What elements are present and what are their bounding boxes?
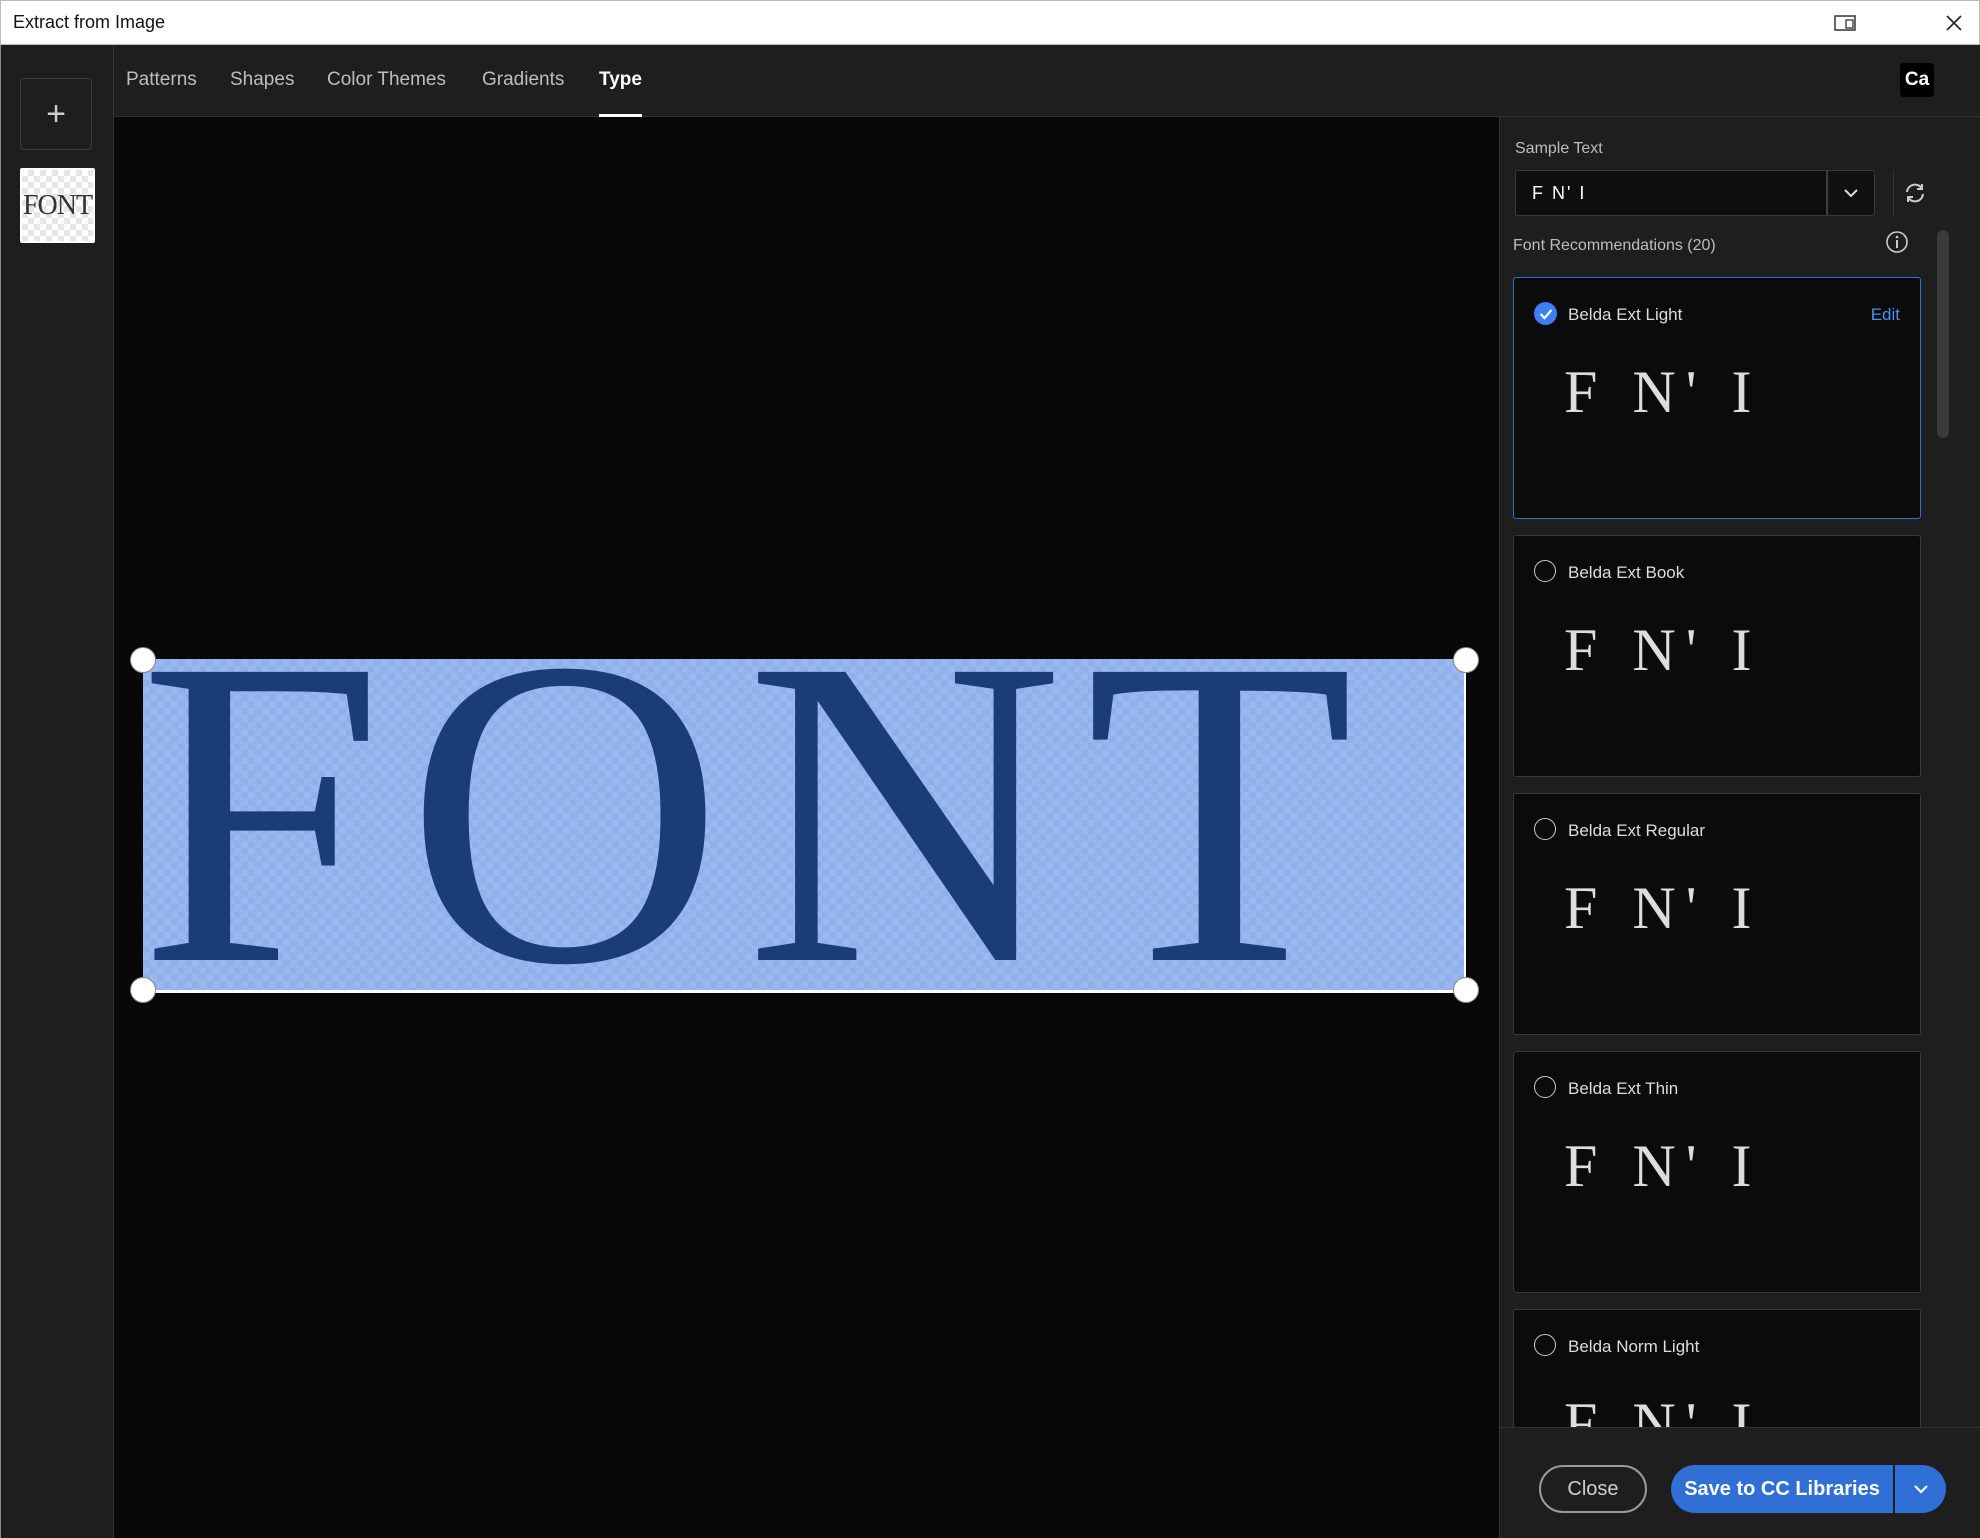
image-canvas[interactable]: FONT bbox=[114, 117, 1499, 1538]
title-bar: Extract from Image bbox=[0, 0, 1980, 45]
image-thumbnail[interactable]: FONT bbox=[20, 168, 95, 243]
font-recommendations-list: Belda Ext Light Edit F N' I Belda Ext Bo… bbox=[1513, 277, 1923, 1443]
type-panel: Sample Text F N' I Font Recommendations … bbox=[1499, 117, 1980, 1538]
font-name: Belda Ext Light bbox=[1568, 305, 1683, 324]
window-title: Extract from Image bbox=[13, 12, 166, 32]
font-preview: F N' I bbox=[1564, 1133, 1762, 1199]
info-icon[interactable] bbox=[1885, 230, 1911, 256]
plus-icon: + bbox=[46, 94, 66, 133]
font-preview: F N' I bbox=[1564, 359, 1762, 425]
panel-footer: Close Save to CC Libraries bbox=[1500, 1427, 1980, 1538]
font-card-belda-ext-light[interactable]: Belda Ext Light Edit F N' I bbox=[1513, 277, 1921, 519]
extracted-text-image: FONT bbox=[143, 659, 1376, 993]
type-selection-box[interactable]: FONT bbox=[143, 659, 1466, 993]
tab-shapes[interactable]: Shapes bbox=[230, 69, 294, 117]
font-card-belda-ext-regular[interactable]: Belda Ext Regular F N' I bbox=[1513, 793, 1921, 1035]
save-options-dropdown[interactable] bbox=[1895, 1465, 1946, 1513]
font-card-belda-ext-thin[interactable]: Belda Ext Thin F N' I bbox=[1513, 1051, 1921, 1293]
font-name: Belda Ext Thin bbox=[1568, 1079, 1679, 1098]
font-recommendations-label: Font Recommendations (20) bbox=[1513, 237, 1716, 254]
app-badge[interactable]: Ca bbox=[1900, 63, 1934, 97]
font-card-belda-norm-light[interactable]: Belda Norm Light F N' I bbox=[1513, 1309, 1921, 1443]
add-image-button[interactable]: + bbox=[20, 78, 92, 150]
font-preview: F N' I bbox=[1564, 617, 1762, 683]
radio-button[interactable] bbox=[1534, 1334, 1556, 1356]
radio-button[interactable] bbox=[1534, 560, 1556, 582]
chevron-down-icon bbox=[1913, 1485, 1928, 1494]
sample-text-dropdown[interactable] bbox=[1827, 170, 1875, 216]
refresh-icon bbox=[1905, 183, 1924, 203]
panel-scrollbar[interactable] bbox=[1937, 230, 1949, 438]
close-button[interactable]: Close bbox=[1539, 1465, 1647, 1513]
edit-link[interactable]: Edit bbox=[1871, 305, 1900, 325]
tabs-bar: Patterns Shapes Color Themes Gradients T… bbox=[114, 45, 1980, 117]
handle-bottom-left[interactable] bbox=[130, 977, 156, 1003]
thumbnail-text: FONT bbox=[22, 189, 93, 221]
radio-button[interactable] bbox=[1534, 1076, 1556, 1098]
tab-color-themes[interactable]: Color Themes bbox=[327, 69, 446, 117]
handle-top-left[interactable] bbox=[130, 647, 156, 673]
tab-type[interactable]: Type bbox=[599, 69, 642, 117]
tab-gradients[interactable]: Gradients bbox=[482, 69, 564, 117]
font-preview: F N' I bbox=[1564, 875, 1762, 941]
font-name: Belda Ext Regular bbox=[1568, 821, 1706, 840]
close-icon[interactable] bbox=[1938, 9, 1970, 37]
tab-patterns[interactable]: Patterns bbox=[126, 69, 197, 117]
font-name: Belda Norm Light bbox=[1568, 1337, 1700, 1356]
radio-button[interactable] bbox=[1534, 818, 1556, 840]
snap-layout-icon[interactable] bbox=[1829, 9, 1861, 37]
refresh-button[interactable] bbox=[1893, 170, 1935, 216]
handle-top-right[interactable] bbox=[1453, 647, 1479, 673]
save-to-cc-libraries-button[interactable]: Save to CC Libraries bbox=[1671, 1465, 1893, 1513]
font-card-belda-ext-book[interactable]: Belda Ext Book F N' I bbox=[1513, 535, 1921, 777]
font-name: Belda Ext Book bbox=[1568, 563, 1685, 582]
check-icon[interactable] bbox=[1534, 302, 1557, 325]
sample-text-label: Sample Text bbox=[1515, 140, 1603, 157]
left-rail: + FONT bbox=[0, 45, 114, 1538]
chevron-down-icon bbox=[1844, 189, 1858, 198]
handle-bottom-right[interactable] bbox=[1453, 977, 1479, 1003]
sample-text-input[interactable]: F N' I bbox=[1515, 170, 1827, 216]
